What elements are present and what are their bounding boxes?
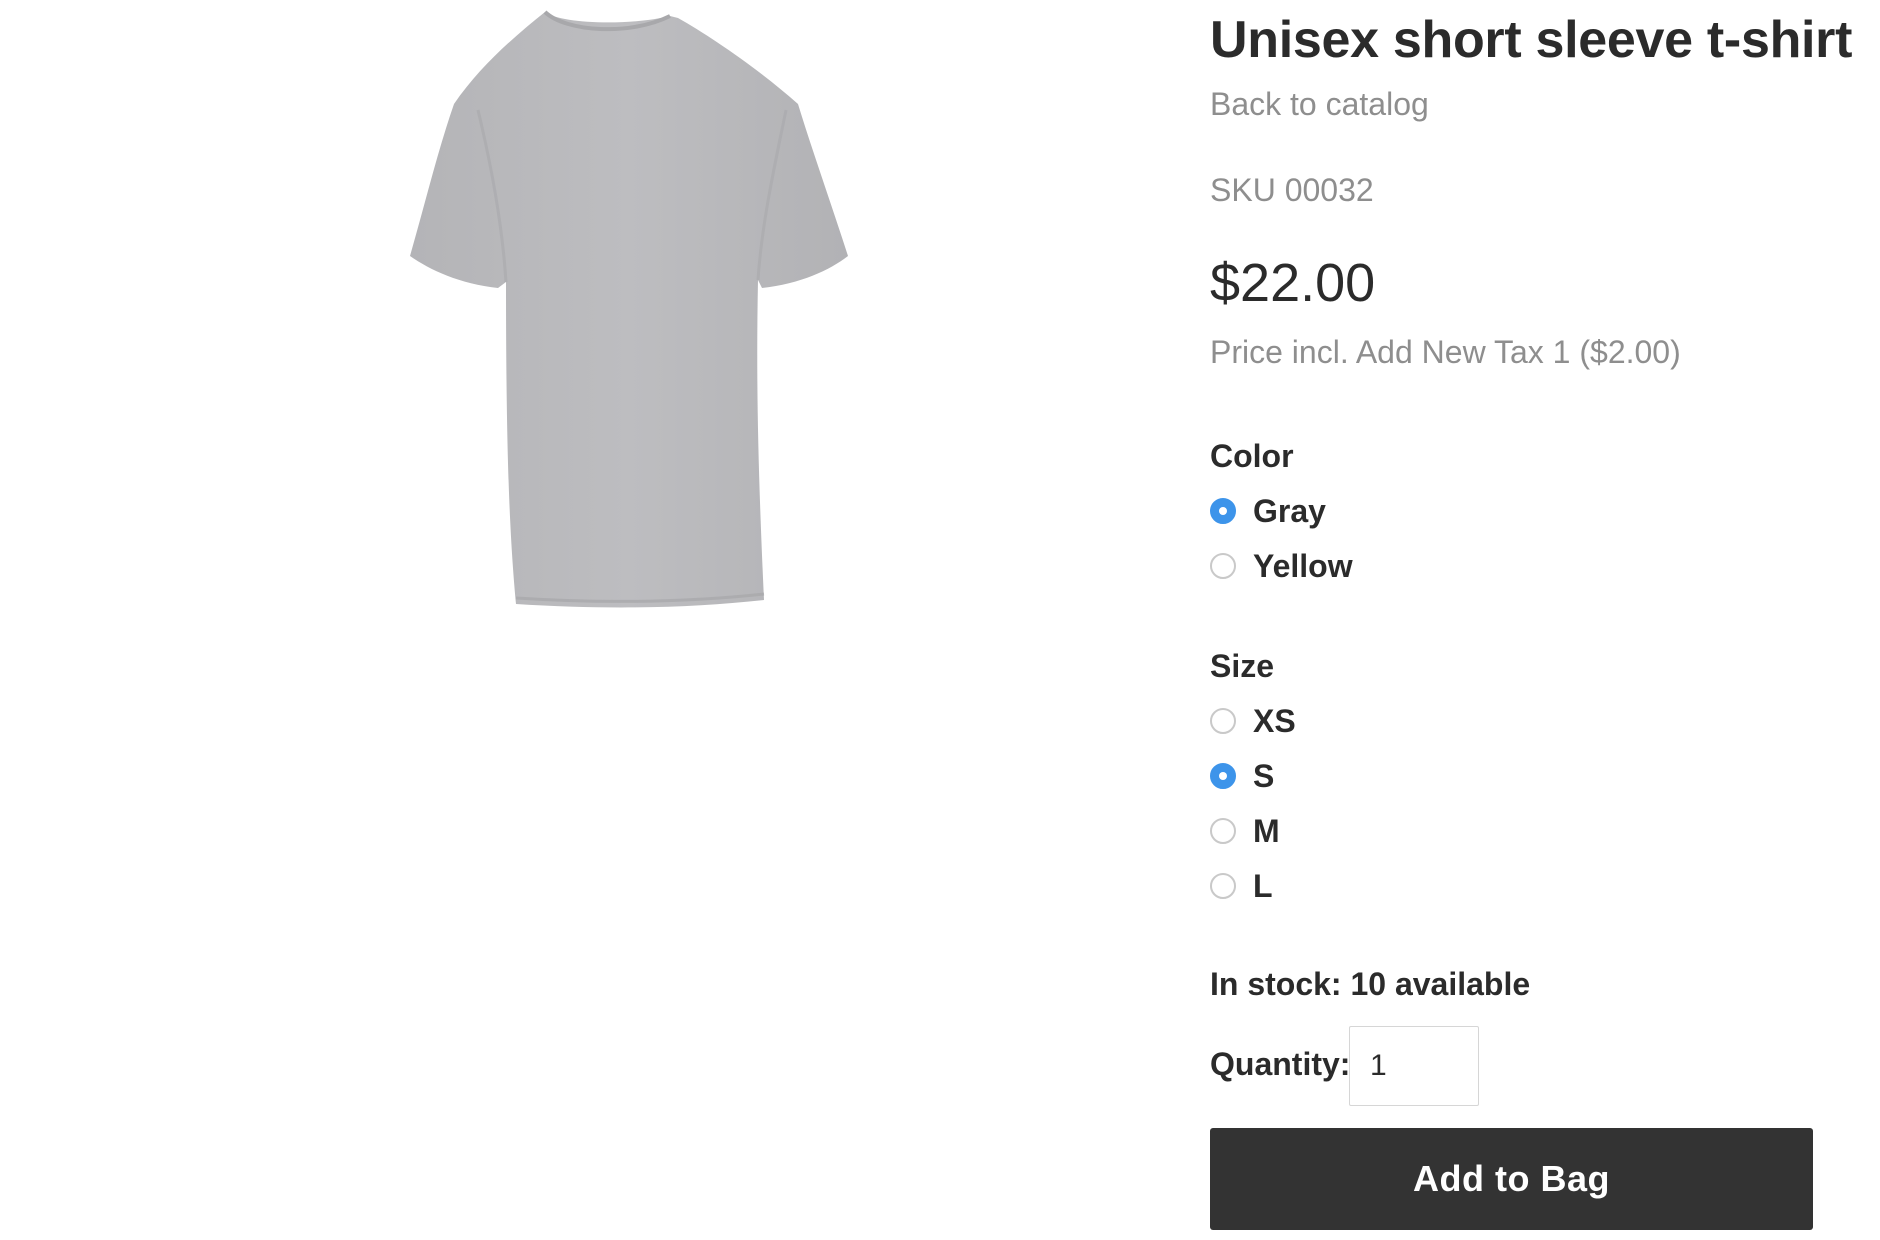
tshirt-body-shape [410, 12, 848, 608]
color-option-label-gray: Gray [1253, 492, 1326, 529]
product-sku: SKU 00032 [1210, 172, 1374, 208]
size-option-label: Size [1210, 648, 1275, 684]
color-option-gray[interactable]: Gray [1210, 491, 1326, 531]
size-option-label-m: M [1253, 812, 1280, 849]
product-page: Unisex short sleeve t-shirt Back to cata… [0, 0, 1880, 1240]
rating-dots [50, 0, 220, 2]
add-to-bag-button[interactable]: Add to Bag [1210, 1128, 1813, 1230]
size-option-s[interactable]: S [1210, 756, 1274, 796]
product-price: $22.00 [1210, 253, 1376, 313]
size-option-xs[interactable]: XS [1210, 701, 1296, 741]
quantity-input[interactable] [1349, 1026, 1479, 1106]
radio-unselected-icon[interactable] [1210, 553, 1236, 579]
color-option-label: Color [1210, 438, 1294, 474]
radio-unselected-icon[interactable] [1210, 708, 1236, 734]
product-title: Unisex short sleeve t-shirt [1210, 11, 1853, 69]
radio-selected-icon[interactable] [1210, 763, 1236, 789]
back-to-catalog-link[interactable]: Back to catalog [1210, 86, 1429, 123]
size-option-label-xs: XS [1253, 702, 1296, 739]
size-option-label-s: S [1253, 757, 1275, 794]
size-option-m[interactable]: M [1210, 811, 1280, 851]
radio-unselected-icon[interactable] [1210, 818, 1236, 844]
color-option-yellow[interactable]: Yellow [1210, 546, 1353, 586]
radio-selected-icon[interactable] [1210, 498, 1236, 524]
size-option-label-l: L [1253, 867, 1273, 904]
quantity-label: Quantity: [1210, 1046, 1351, 1082]
stock-status: In stock: 10 available [1210, 966, 1531, 1002]
tshirt-image [410, 10, 848, 608]
size-option-l[interactable]: L [1210, 866, 1273, 906]
radio-unselected-icon[interactable] [1210, 873, 1236, 899]
color-option-label-yellow: Yellow [1253, 547, 1353, 584]
tax-note: Price incl. Add New Tax 1 ($2.00) [1210, 334, 1681, 370]
